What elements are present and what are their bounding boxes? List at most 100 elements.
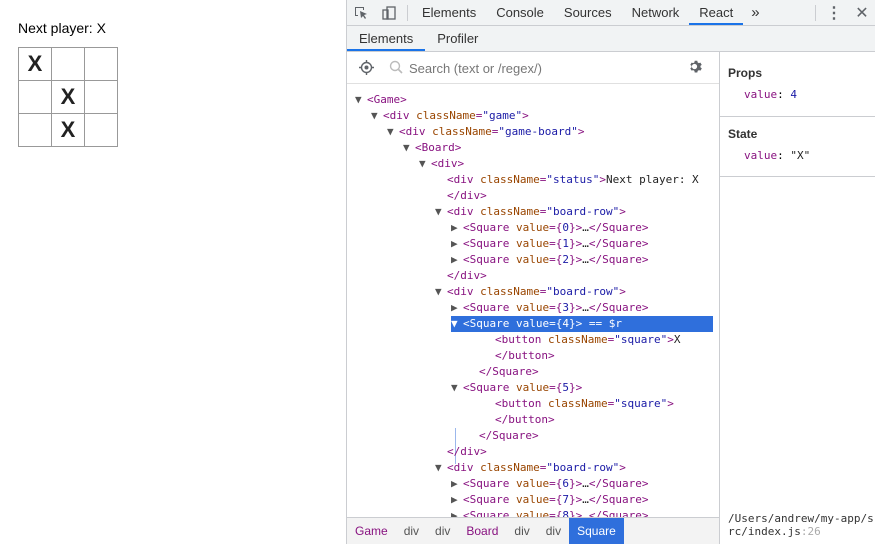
tree-node[interactable]: </button> [483,348,555,364]
breadcrumb-item[interactable]: Board [458,518,506,544]
expanded-arrow-icon[interactable]: ▼ [403,140,415,156]
tree-node-content: </Square> [479,429,539,442]
board-square[interactable]: X [18,47,52,81]
tree-node[interactable]: <button className="square"> [483,396,674,412]
tree-node[interactable]: ▼ <Board> [403,140,461,156]
tree-node[interactable]: </Square> [467,428,539,444]
tab-react[interactable]: React [689,0,744,25]
select-element-icon[interactable] [359,60,374,78]
inspect-element-icon[interactable] [347,0,375,25]
collapsed-arrow-icon[interactable]: ▶ [451,236,463,252]
breadcrumb-item[interactable]: div [506,518,537,544]
tree-node[interactable]: ▶ <Square value={6}>…</Square> [451,476,648,492]
state-value[interactable]: "X" [790,149,810,162]
subtab-profiler[interactable]: Profiler [425,26,490,51]
source-location-link[interactable]: /Users/andrew/my-app/src/index.js:26 [728,512,875,538]
tab-elements[interactable]: Elements [412,0,486,25]
tree-node-content: <div className="board-row"> [447,205,626,218]
board-row: X [18,47,118,81]
tree-node-content: <div> [431,157,465,170]
tree-node-content: <Square value={4}> == $r [463,317,622,330]
expanded-arrow-icon[interactable]: ▼ [435,284,447,300]
kebab-menu-icon[interactable]: ⋮ [820,0,848,25]
breadcrumb-item[interactable]: div [396,518,427,544]
section-divider [720,176,875,177]
collapsed-arrow-icon[interactable]: ▶ [451,252,463,268]
tree-node[interactable]: ▶ <Square value={7}>…</Square> [451,492,648,508]
tree-node-content: <Square value={1}>…</Square> [463,237,649,250]
expanded-arrow-icon[interactable]: ▼ [451,316,463,332]
board-square[interactable] [18,113,52,147]
expanded-arrow-icon[interactable]: ▼ [371,108,383,124]
expanded-arrow-icon[interactable]: ▼ [435,204,447,220]
board-row: X [18,80,118,114]
expanded-arrow-icon[interactable]: ▼ [419,156,431,172]
tree-node-content: </div> [447,189,487,202]
tree-node[interactable]: ▼ <div className="game-board"> [387,124,584,140]
board-square[interactable] [84,47,118,81]
board-row: X [18,113,118,147]
tree-node-content: <Square value={3}>…</Square> [463,301,649,314]
collapsed-arrow-icon[interactable]: ▶ [451,492,463,508]
tree-node[interactable]: ▼ <Game> [355,92,407,108]
device-toggle-icon[interactable] [375,0,403,25]
expanded-arrow-icon[interactable]: ▼ [355,92,367,108]
close-icon[interactable]: ✕ [848,0,875,25]
collapsed-arrow-icon[interactable]: ▶ [451,476,463,492]
tree-node[interactable]: </button> [483,412,555,428]
board-square[interactable] [51,47,85,81]
expanded-arrow-icon[interactable]: ▼ [451,380,463,396]
tree-node-content: </button> [495,349,555,362]
search-input[interactable] [407,58,681,78]
collapsed-arrow-icon[interactable]: ▶ [451,220,463,236]
tree-node[interactable]: ▼ <div className="board-row"> [435,460,626,476]
expanded-arrow-icon[interactable]: ▼ [387,124,399,140]
tree-node[interactable]: ▼ <div className="board-row"> [435,204,626,220]
tab-sources[interactable]: Sources [554,0,622,25]
tree-node[interactable]: ▶ <Square value={2}>…</Square> [451,252,648,268]
tree-node-content: <Game> [367,93,407,106]
tree-node-content: <div className="board-row"> [447,285,626,298]
tab-console[interactable]: Console [486,0,554,25]
tree-node[interactable]: </div> [435,444,487,460]
collapsed-arrow-icon[interactable]: ▶ [451,508,463,517]
breadcrumb-item[interactable]: Square [569,518,624,544]
expanded-arrow-icon[interactable]: ▼ [435,460,447,476]
tree-node[interactable]: ▶ <Square value={3}>…</Square> [451,300,648,316]
tree-node[interactable]: ▶ <Square value={0}>…</Square> [451,220,648,236]
board-square[interactable]: X [51,80,85,114]
board-square[interactable] [84,80,118,114]
settings-gear-icon[interactable] [687,59,702,77]
tree-node[interactable]: ▼ <div className="game"> [371,108,529,124]
breadcrumb-item[interactable]: div [427,518,458,544]
breadcrumb-item[interactable]: div [538,518,569,544]
tree-node[interactable]: </Square> [467,364,539,380]
board-square[interactable] [84,113,118,147]
tab-network[interactable]: Network [622,0,690,25]
tree-node[interactable]: ▼ <Square value={5}> [451,380,582,396]
more-tabs-button[interactable]: » [743,0,767,25]
tree-node-content: <button className="square"> [495,397,674,410]
breadcrumb-item[interactable]: Game [347,518,396,544]
board-square[interactable] [18,80,52,114]
game-status: Next player: X [18,20,106,36]
tree-node-selected[interactable]: ▼ <Square value={4}> == $r [451,316,713,332]
tree-node-content: <Square value={8}>…</Square> [463,509,649,517]
tree-node[interactable]: <button className="square">X [483,332,680,348]
tree-node[interactable]: ▼ <div> [419,156,464,172]
board-square[interactable]: X [51,113,85,147]
tree-node-content: <Square value={0}>…</Square> [463,221,649,234]
tree-node[interactable]: </div> [435,188,487,204]
inspector-pane: Props value: 4 State value: "X" /Users/a… [720,52,875,544]
tree-node[interactable]: <div className="status">Next player: X [435,172,699,188]
tree-node[interactable]: ▼ <div className="board-row"> [435,284,626,300]
subtab-elements[interactable]: Elements [347,26,426,51]
state-row[interactable]: value: "X" [744,149,810,162]
collapsed-arrow-icon[interactable]: ▶ [451,300,463,316]
prop-value[interactable]: 4 [790,88,797,101]
tree-node[interactable]: ▶ <Square value={1}>…</Square> [451,236,648,252]
tree-node[interactable]: ▶ <Square value={8}>…</Square> [451,508,648,517]
tree-node[interactable]: </div> [435,268,487,284]
prop-row[interactable]: value: 4 [744,88,797,101]
prop-separator: : [777,88,791,101]
